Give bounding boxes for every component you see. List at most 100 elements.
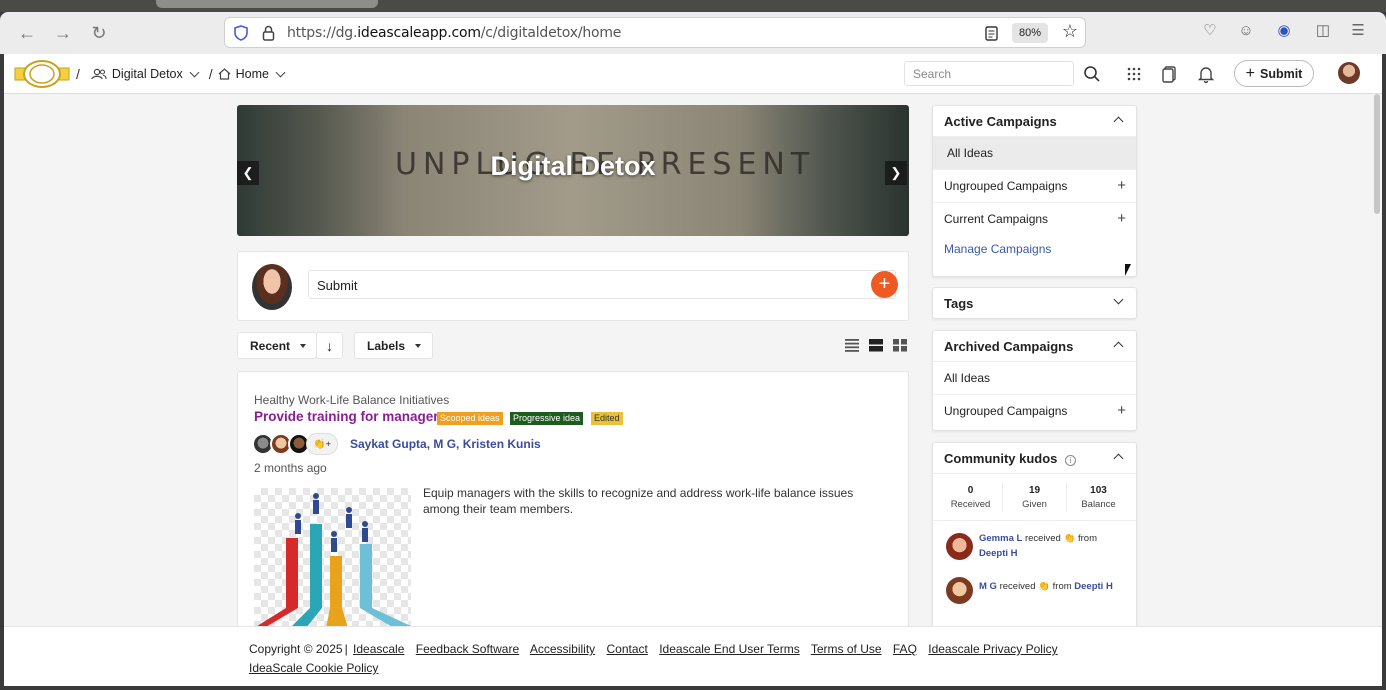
breadcrumb-separator: / xyxy=(208,66,213,82)
docs-icon[interactable] xyxy=(1160,64,1180,84)
footer-link-end-user-terms[interactable]: Ideascale End User Terms xyxy=(659,642,800,656)
idea-campaign[interactable]: Healthy Work-Life Balance Initiatives xyxy=(254,393,449,407)
panel-title: Active Campaigns xyxy=(944,114,1057,129)
shield-icon[interactable] xyxy=(234,25,248,41)
archived-campaigns-header[interactable]: Archived Campaigns xyxy=(933,331,1136,362)
podium-illustration xyxy=(254,493,411,628)
kudos-user[interactable]: Gemma L xyxy=(979,533,1022,544)
lock-icon[interactable] xyxy=(262,25,275,41)
kudos-user[interactable]: M G xyxy=(979,581,997,592)
page-footer: Copyright © 2025 | Ideascale Feedback Sof… xyxy=(4,626,1382,686)
archived-campaigns-panel: Archived Campaigns All Ideas Ungrouped C… xyxy=(932,330,1137,431)
card-view-icon[interactable] xyxy=(869,339,883,352)
footer-link-ideascale[interactable]: Ideascale xyxy=(353,642,404,656)
grid-view-icon[interactable] xyxy=(893,339,907,352)
submit-idea-input[interactable]: Submit xyxy=(308,270,896,299)
archived-item-ungrouped[interactable]: Ungrouped Campaigns + xyxy=(933,395,1136,428)
bell-icon[interactable] xyxy=(1196,64,1216,84)
back-icon[interactable]: ← xyxy=(16,22,38,44)
footer-link-contact[interactable]: Contact xyxy=(607,642,648,656)
breadcrumb-community[interactable]: Digital Detox xyxy=(112,67,183,81)
avatar[interactable] xyxy=(946,533,973,560)
chevron-up-icon[interactable] xyxy=(1113,341,1124,352)
footer-link-terms-of-use[interactable]: Terms of Use xyxy=(811,642,882,656)
password-manager-icon[interactable]: ◉ xyxy=(1274,21,1294,41)
tags-header[interactable]: Tags xyxy=(933,288,1136,319)
star-icon[interactable]: ☆ xyxy=(1060,21,1080,41)
chevron-down-icon[interactable] xyxy=(1113,294,1124,305)
kudos-feed-item: M G received 👏 from Deepti H xyxy=(933,569,1136,609)
panel-title: Tags xyxy=(944,296,974,311)
expand-plus-icon[interactable]: + xyxy=(1117,177,1126,194)
archived-item-all-ideas[interactable]: All Ideas xyxy=(933,362,1136,395)
kudos-header[interactable]: Community kudos i xyxy=(933,443,1136,474)
footer-link-cookie-policy[interactable]: IdeaScale Cookie Policy xyxy=(249,661,378,675)
active-campaigns-header[interactable]: Active Campaigns xyxy=(933,106,1136,137)
header-submit-button[interactable]: + Submit xyxy=(1234,60,1314,87)
edited-badge: Edited xyxy=(591,412,623,425)
apps-grid-icon[interactable] xyxy=(1124,64,1144,84)
avatar[interactable] xyxy=(946,577,973,604)
extension-icon[interactable]: ◫ xyxy=(1313,21,1333,41)
add-idea-button[interactable]: + xyxy=(871,271,898,298)
home-icon xyxy=(218,68,231,80)
progressive-badge: Progressive idea xyxy=(510,412,584,425)
campaign-item-current[interactable]: Current Campaigns + xyxy=(933,203,1136,236)
plus-icon: + xyxy=(1245,64,1255,82)
chevron-down-icon[interactable] xyxy=(275,67,286,77)
campaign-item-all-ideas[interactable]: All Ideas xyxy=(933,137,1136,170)
zoom-badge[interactable]: 80% xyxy=(1012,23,1048,43)
chevron-up-icon[interactable] xyxy=(1113,453,1124,464)
sort-dropdown[interactable]: Recent xyxy=(237,332,317,359)
search-input[interactable]: Search xyxy=(904,61,1074,86)
breadcrumb-separator: / xyxy=(76,66,80,82)
list-view-icon[interactable] xyxy=(845,339,859,352)
clap-icon[interactable]: 👏+ xyxy=(306,433,338,455)
idea-image[interactable] xyxy=(254,488,411,628)
user-avatar[interactable] xyxy=(1338,62,1360,84)
forward-icon[interactable]: → xyxy=(52,22,74,44)
tags-panel[interactable]: Tags xyxy=(932,287,1137,319)
sort-direction-button[interactable]: ↓ xyxy=(316,332,343,359)
address-bar[interactable]: https://dg.ideascaleapp.com/c/digitaldet… xyxy=(224,17,1086,48)
reload-icon[interactable]: ↻ xyxy=(88,22,110,44)
expand-plus-icon[interactable]: + xyxy=(1117,210,1126,227)
caret-down-icon xyxy=(415,343,422,348)
kudos-giver[interactable]: Deepti H xyxy=(979,548,1018,559)
footer-cookie: IdeaScale Cookie Policy xyxy=(249,661,386,675)
footer-link-faq[interactable]: FAQ xyxy=(893,642,917,656)
menu-icon[interactable]: ☰ xyxy=(1348,21,1368,41)
footer-link-accessibility[interactable]: Accessibility xyxy=(530,642,595,656)
breadcrumb-home[interactable]: Home xyxy=(236,67,269,81)
footer-link-privacy-policy[interactable]: Ideascale Privacy Policy xyxy=(928,642,1057,656)
manage-campaigns-link[interactable]: Manage Campaigns xyxy=(933,236,1136,269)
chevron-up-icon[interactable] xyxy=(1113,116,1124,127)
idea-authors[interactable]: Saykat Gupta, M G, Kristen Kunis xyxy=(350,437,541,451)
reader-icon[interactable] xyxy=(985,26,998,41)
kudos-received: 0 Received xyxy=(939,484,1003,512)
mouse-cursor xyxy=(1125,264,1131,276)
url-text[interactable]: https://dg.ideascaleapp.com/c/digitaldet… xyxy=(287,25,621,41)
campaign-item-ungrouped[interactable]: Ungrouped Campaigns + xyxy=(933,170,1136,203)
kudos-given: 19 Given xyxy=(1003,484,1067,512)
chevron-down-icon[interactable] xyxy=(189,67,200,77)
account-icon[interactable]: ☺ xyxy=(1236,21,1256,41)
idea-title[interactable]: Provide training for managers xyxy=(254,409,446,424)
ideascale-logo[interactable] xyxy=(14,59,70,89)
submit-idea-card: Submit + xyxy=(237,251,909,321)
footer-link-feedback-software[interactable]: Feedback Software xyxy=(416,642,519,656)
kudos-stats: 0 Received 19 Given 103 Balance xyxy=(933,474,1136,521)
page-scrollbar[interactable] xyxy=(1374,94,1380,214)
labels-dropdown[interactable]: Labels xyxy=(354,332,433,359)
kudos-giver[interactable]: Deepti H xyxy=(1074,581,1113,592)
pocket-icon[interactable]: ♡ xyxy=(1200,21,1220,41)
idea-description: Equip managers with the skills to recogn… xyxy=(423,486,854,516)
browser-tab[interactable] xyxy=(156,0,378,8)
info-icon[interactable]: i xyxy=(1065,455,1077,466)
chevron-left-icon[interactable]: ❮ xyxy=(237,161,259,185)
expand-plus-icon[interactable]: + xyxy=(1117,402,1126,419)
search-icon[interactable] xyxy=(1082,64,1102,84)
browser-toolbar: ← → ↻ https://dg.ideascaleapp.com/c/digi… xyxy=(0,12,1386,54)
chevron-right-icon[interactable]: ❯ xyxy=(885,161,907,185)
community-kudos-panel: Community kudos i 0 Received 19 Given 103 B… xyxy=(932,442,1137,642)
